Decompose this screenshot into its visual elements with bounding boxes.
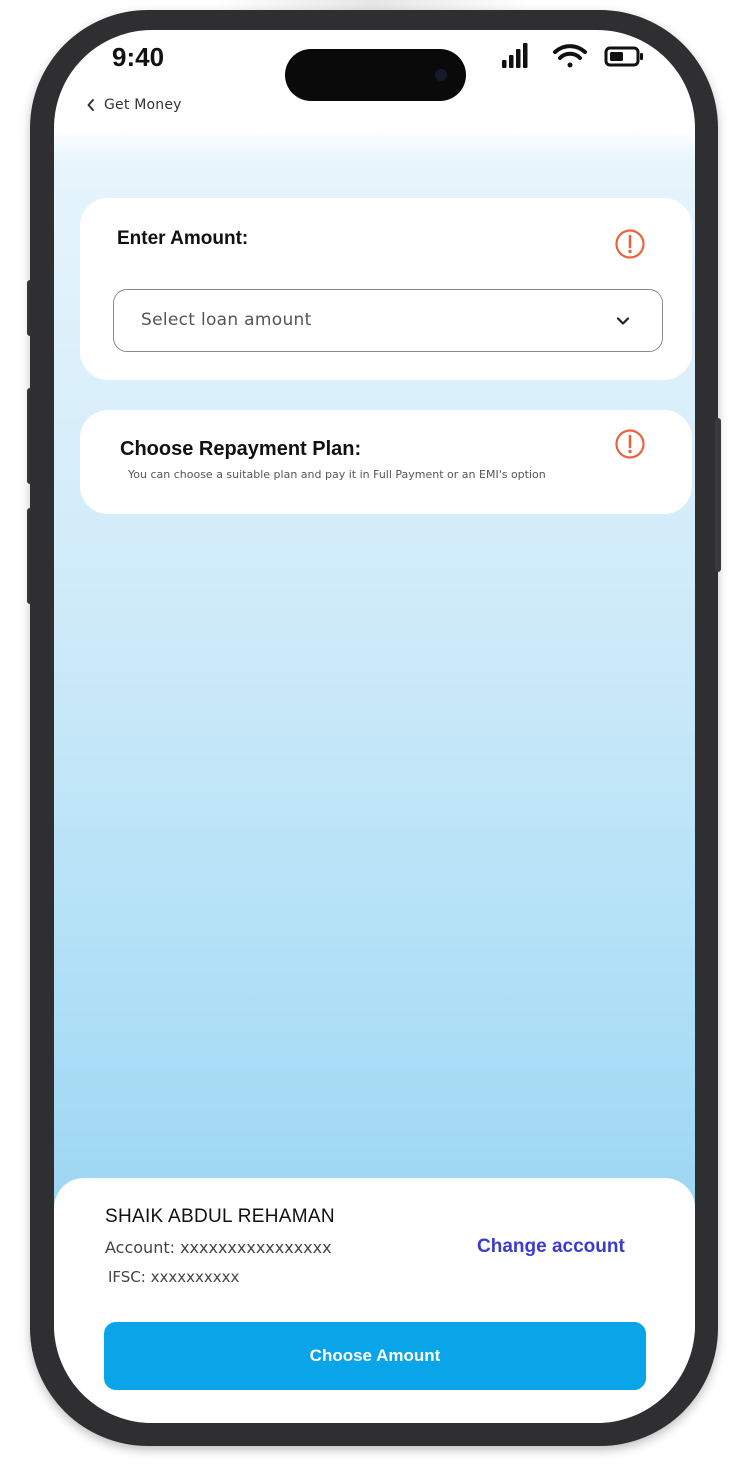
info-icon[interactable]: [614, 228, 646, 260]
dynamic-island: [285, 49, 466, 101]
enter-amount-title: Enter Amount:: [117, 228, 249, 249]
account-holder-name: SHAIK ABDUL REHAMAN: [105, 1206, 335, 1227]
loan-amount-select[interactable]: Select loan amount: [113, 289, 663, 352]
phone-screen: 9:40 Get Money Enter Amount: Select loan…: [54, 30, 695, 1423]
front-camera: [435, 69, 447, 81]
repayment-plan-title: Choose Repayment Plan:: [120, 438, 362, 460]
status-time: 9:40: [112, 42, 165, 72]
enter-amount-card: Enter Amount: Select loan amount: [80, 198, 692, 380]
signal-icon: [502, 43, 528, 68]
account-number: Account: xxxxxxxxxxxxxxxx: [105, 1238, 332, 1257]
battery-icon: [604, 46, 643, 67]
chevron-left-icon: [86, 98, 96, 112]
power-button: [715, 418, 721, 572]
ifsc-code: IFSC: xxxxxxxxxx: [108, 1268, 240, 1286]
choose-amount-button[interactable]: Choose Amount: [104, 1322, 646, 1390]
account-sheet: SHAIK ABDUL REHAMAN Account: xxxxxxxxxxx…: [54, 1178, 695, 1423]
status-icons: [502, 43, 643, 68]
repayment-plan-card[interactable]: Choose Repayment Plan: You can choose a …: [80, 410, 692, 514]
loan-amount-placeholder: Select loan amount: [141, 310, 312, 330]
change-account-link[interactable]: Change account: [477, 1236, 625, 1258]
repayment-plan-subtitle: You can choose a suitable plan and pay i…: [128, 468, 546, 481]
info-icon[interactable]: [614, 428, 646, 460]
back-nav[interactable]: Get Money: [86, 92, 182, 118]
chevron-down-icon: [616, 317, 630, 325]
wifi-icon: [553, 44, 587, 68]
back-label: Get Money: [104, 97, 182, 113]
